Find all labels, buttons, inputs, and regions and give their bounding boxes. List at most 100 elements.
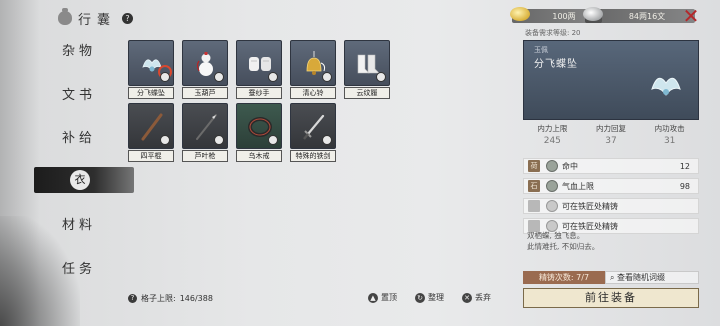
item-detail-name: 分飞蝶坠 [534,59,578,70]
item-frame [236,40,282,86]
bag-icon [58,8,72,25]
item-frame [128,40,174,86]
capacity-value: 146/388 [179,294,213,303]
item-name: 芦叶枪 [182,150,228,162]
equipment-badge-icon [160,72,170,82]
item-frame [128,103,174,149]
attribute-tag: 石 [528,180,540,192]
item-slot[interactable]: 乌木戒 [236,103,282,167]
flavor-line: 此情难托, 不如归去。 [527,242,600,251]
tab-materials[interactable]: 材料 [62,214,96,233]
item-name: 四平棍 [128,150,174,162]
gem-icon [546,180,558,192]
attribute-name: 命中 [562,161,578,171]
view-random-affix-label: 查看随机词缀 [617,273,666,282]
item-frame [182,103,228,149]
item-slot[interactable]: 特殊的铁剑 [290,103,336,167]
inventory-header: 行囊 ? [58,8,134,28]
level-requirement: 装备需求等级: 20 [525,29,581,37]
item-name: 特殊的铁剑 [290,150,336,162]
item-slot[interactable]: 清心铃 [290,40,336,104]
stat-label: 内力上限 [537,124,568,133]
item-frame [236,103,282,149]
equipment-badge-icon [268,135,278,145]
pin-button[interactable]: ▲ 置顶 [368,292,397,303]
stat-internal-regen: 内力回复 37 [582,123,641,147]
butterfly-pendant-icon [651,77,681,96]
stat-label: 内功攻击 [654,124,685,133]
attribute-value: 12 [679,161,690,171]
organize-icon: ↻ [415,292,425,303]
equipment-badge-icon [160,135,170,145]
discard-icon: ✕ [462,292,472,303]
item-slot[interactable]: 分飞蝶坠 [128,40,174,104]
organize-button[interactable]: ↻ 整理 [415,292,444,303]
item-slot[interactable]: 四平棍 [128,103,174,167]
attribute-row-locked: 可在铁匠处精铸 [523,198,699,214]
question-icon[interactable]: ? [128,294,137,303]
item-name: 分飞蝶坠 [128,87,174,99]
equipment-badge-icon [214,135,224,145]
item-name: 乌木戒 [236,150,282,162]
item-quality: 玉佩 [534,46,548,54]
locked-slot-icon [528,200,540,212]
attribute-name: 气血上限 [562,181,594,191]
go-equip-button[interactable]: 前往装备 [523,288,699,308]
attribute-row: 荷 命中 12 [523,158,699,174]
item-name: 玉葫芦 [182,87,228,99]
gold-ingot-icon [510,7,530,21]
item-detail-card: 玉佩 分飞蝶坠 [523,40,699,120]
item-stats: 内力上限 245 内力回复 37 内功攻击 31 [523,123,699,147]
stat-value: 31 [663,136,676,146]
refine-bar: 精铸次数: 7/7 ⌕ 查看随机词缀 [523,271,699,284]
gem-icon [546,200,558,212]
item-name: 蚕纱手 [236,87,282,99]
item-name: 云纹履 [344,87,390,99]
item-slot[interactable]: 云纹履 [344,40,390,104]
silver-ingot-icon [583,7,603,21]
item-detail-panel: 装备需求等级: 20 玉佩 分飞蝶坠 内力上限 245 内力回复 37 内功攻击… [521,28,699,324]
search-icon: ⌕ [610,273,615,282]
item-frame [290,103,336,149]
refine-count: 精铸次数: 7/7 [523,271,605,284]
attribute-name: 可在铁匠处精铸 [562,201,618,211]
stat-value: 37 [605,136,617,146]
gem-icon [546,160,558,172]
silver-amount: 84两16文 [628,11,666,21]
item-frame [182,40,228,86]
flavor-text: 双栖蝶, 独飞息。 此情难托, 不如归去。 [527,230,599,252]
capacity-display: ? 格子上限: 146/388 [128,293,213,304]
gold-amount: 100两 [552,11,576,21]
item-slot[interactable]: 芦叶枪 [182,103,228,167]
equipment-badge-icon [268,72,278,82]
stat-label: 内力回复 [596,124,626,133]
help-icon[interactable]: ? [122,12,134,24]
attribute-row: 石 气血上限 98 [523,178,699,194]
page-title: 行囊 [78,12,117,28]
pin-label: 置顶 [381,293,397,302]
discard-button[interactable]: ✕ 丢弃 [462,292,491,303]
equipment-badge-icon [376,72,386,82]
close-button[interactable]: ✕ [680,5,702,27]
item-slot[interactable]: 蚕纱手 [236,40,282,104]
tab-documents[interactable]: 文书 [62,84,96,103]
attribute-tag: 荷 [528,160,540,172]
item-frame [290,40,336,86]
flavor-line: 双栖蝶, 独飞息。 [527,231,585,240]
item-name: 清心铃 [290,87,336,99]
tab-supplies[interactable]: 补给 [62,127,96,146]
stat-internal-max: 内力上限 245 [523,123,582,147]
tab-quests[interactable]: 任务 [62,258,96,277]
clothing-icon: 衣 [70,170,90,190]
tab-misc[interactable]: 杂物 [62,40,96,59]
item-frame [344,40,390,86]
attribute-value: 98 [679,181,690,191]
item-slot[interactable]: 玉葫芦 [182,40,228,104]
pin-icon: ▲ [368,292,378,303]
capacity-label: 格子上限: [141,294,176,303]
organize-label: 整理 [428,293,444,302]
silver-currency: 84两16文 [583,7,695,23]
equipment-badge-icon [214,72,224,82]
view-random-affix-button[interactable]: ⌕ 查看随机词缀 [605,271,699,284]
equipment-badge-icon [322,72,332,82]
